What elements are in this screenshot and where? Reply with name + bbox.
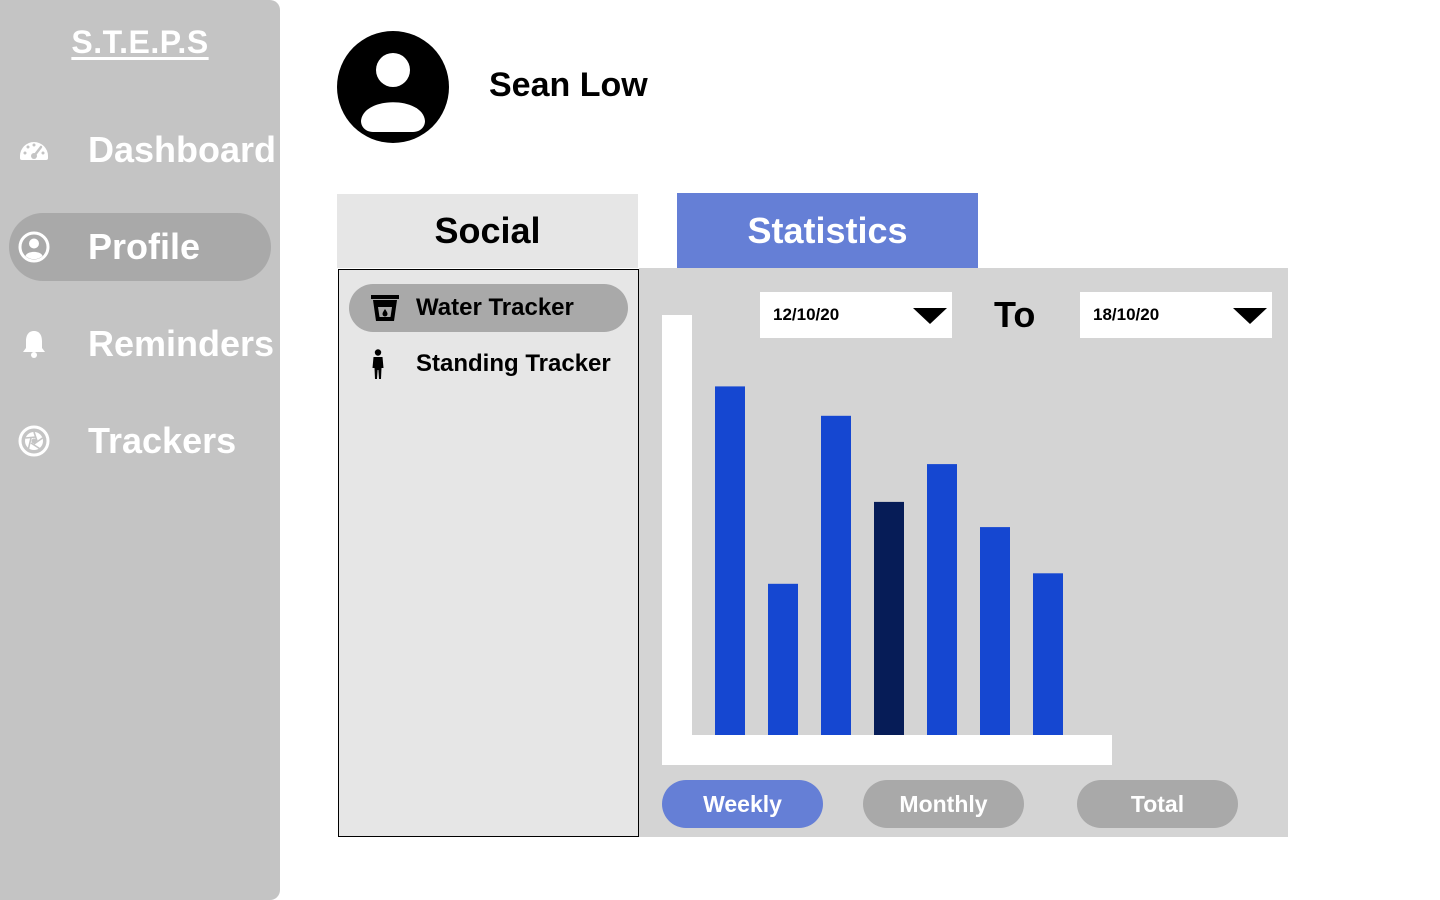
user-circle-icon [18, 231, 50, 263]
sidebar-item-label: Trackers [88, 420, 237, 461]
speedometer-icon [20, 142, 48, 160]
weekly-button[interactable]: Weekly [662, 780, 823, 828]
tracker-item-water[interactable]: Water Tracker [349, 284, 628, 332]
tracker-item-label: Water Tracker [416, 294, 574, 321]
sidebar-item-label: Profile [88, 226, 201, 267]
water-intake-bar-chart [662, 315, 1112, 765]
chart-bar[interactable] [874, 501, 904, 735]
bell-icon [23, 331, 45, 358]
sidebar-item-dashboard[interactable]: Dashboard [9, 116, 276, 184]
chart-bar[interactable] [927, 464, 957, 735]
sidebar-item-profile[interactable]: Profile [9, 213, 271, 281]
sidebar-item-label: Dashboard [88, 129, 277, 170]
chart-y-axis [662, 315, 692, 765]
chevron-down-icon [1233, 308, 1267, 324]
tracker-item-label: Standing Tracker [416, 350, 611, 377]
sidebar-item-label: Reminders [88, 323, 275, 364]
chart-bar[interactable] [821, 415, 851, 735]
monthly-button[interactable]: Monthly [863, 780, 1024, 828]
user-avatar-icon[interactable] [337, 31, 449, 143]
chart-bar[interactable] [1033, 573, 1063, 735]
chart-x-axis [662, 735, 1112, 765]
aperture-icon [18, 425, 50, 457]
user-name: Sean Low [489, 66, 648, 104]
water-glass-icon [371, 295, 399, 321]
sidebar-item-reminders[interactable]: Reminders [9, 310, 275, 378]
chart-bar[interactable] [715, 386, 745, 735]
tab-social[interactable]: Social [337, 194, 638, 268]
sidebar-item-trackers[interactable]: Trackers [9, 407, 271, 475]
tab-statistics[interactable]: Statistics [677, 193, 978, 268]
chart-bar[interactable] [768, 583, 798, 735]
tracker-item-standing[interactable]: Standing Tracker [349, 340, 628, 388]
tracker-list: Water Tracker Standing Tracker [338, 269, 639, 837]
total-button[interactable]: Total [1077, 780, 1238, 828]
sidebar: S.T.E.P.S Dashboard Profile Reminders Tr… [0, 0, 280, 900]
statistics-panel: 12/10/20 To 18/10/20 Weekly Monthly Tota… [639, 268, 1288, 837]
standing-person-icon [372, 349, 384, 379]
app-brand[interactable]: S.T.E.P.S [0, 24, 280, 61]
chart-bar[interactable] [980, 527, 1010, 735]
